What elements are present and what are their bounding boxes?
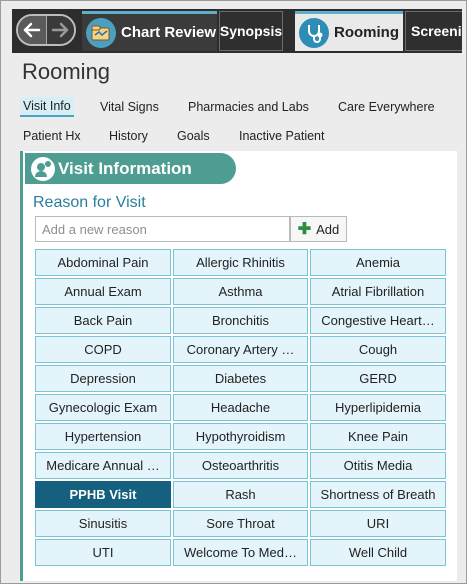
reason-chip[interactable]: Otitis Media	[310, 452, 446, 479]
reason-chip[interactable]: Diabetes	[173, 365, 308, 392]
reason-chip[interactable]: Rash	[173, 481, 308, 508]
reason-input[interactable]	[35, 216, 290, 242]
chart-folder-icon	[86, 17, 116, 48]
reason-chip[interactable]: Atrial Fibrillation	[310, 278, 446, 305]
history-nav	[16, 14, 76, 46]
reason-chip[interactable]: Anemia	[310, 249, 446, 276]
page-title: Rooming	[22, 59, 111, 84]
forward-button[interactable]	[46, 16, 74, 44]
reason-chip[interactable]: Hyperlipidemia	[310, 394, 446, 421]
reason-chip[interactable]: Medicare Annual …	[35, 452, 171, 479]
reason-chip[interactable]: Bronchitis	[173, 307, 308, 334]
tab-rooming-label: Rooming	[334, 24, 399, 41]
reason-chip[interactable]: Allergic Rhinitis	[173, 249, 308, 276]
reason-chip[interactable]: Welcome To Med…	[173, 539, 308, 566]
person-chat-icon	[31, 156, 55, 181]
reason-for-visit-title: Reason for Visit	[33, 194, 146, 211]
visit-information-panel: Visit Information Reason for Visit ✚ Add…	[20, 151, 457, 581]
add-reason-button[interactable]: ✚ Add	[290, 216, 347, 242]
activity-tab-bar: Chart Review Synopsis Rooming Screenin	[12, 9, 462, 53]
subnav-inactive-patient[interactable]: Inactive Patient	[239, 129, 324, 143]
subnav-visit-info[interactable]: Visit Info	[20, 97, 74, 117]
reason-chip[interactable]: Coronary Artery …	[173, 336, 308, 363]
tab-synopsis-label: Synopsis	[219, 23, 283, 39]
tab-screening[interactable]: Screenin	[405, 11, 462, 51]
reason-chip[interactable]: UTI	[35, 539, 171, 566]
reason-chip[interactable]: Abdominal Pain	[35, 249, 171, 276]
subnav-history[interactable]: History	[109, 129, 148, 143]
reason-chip[interactable]: Osteoarthritis	[173, 452, 308, 479]
reason-chip[interactable]: Asthma	[173, 278, 308, 305]
reason-chip[interactable]: Shortness of Breath	[310, 481, 446, 508]
plus-icon: ✚	[297, 221, 312, 238]
reason-chip[interactable]: Knee Pain	[310, 423, 446, 450]
tab-chart-review[interactable]: Chart Review	[82, 11, 217, 51]
arrow-right-icon	[52, 22, 69, 38]
reason-chip[interactable]: COPD	[35, 336, 171, 363]
reason-chip[interactable]: Annual Exam	[35, 278, 171, 305]
subnav-care-everywhere[interactable]: Care Everywhere	[338, 100, 435, 114]
reason-chip[interactable]: Depression	[35, 365, 171, 392]
tab-chart-review-label: Chart Review	[121, 24, 217, 41]
visit-information-title: Visit Information	[58, 158, 192, 178]
tab-screening-label: Screenin	[411, 23, 462, 39]
add-reason-label: Add	[316, 221, 340, 237]
reason-chip[interactable]: Sinusitis	[35, 510, 171, 537]
subnav-pharmacies-labs[interactable]: Pharmacies and Labs	[188, 100, 309, 114]
tab-rooming[interactable]: Rooming	[295, 11, 403, 51]
back-button[interactable]	[18, 16, 47, 44]
reason-grid: Abdominal Pain Allergic Rhinitis Anemia Ann…	[35, 249, 446, 566]
reason-chip[interactable]: Gynecologic Exam	[35, 394, 171, 421]
reason-chip[interactable]: Well Child	[310, 539, 446, 566]
visit-information-header: Visit Information	[25, 153, 236, 184]
subnav-goals[interactable]: Goals	[177, 129, 210, 143]
reason-chip[interactable]: PPHB Visit	[35, 481, 171, 508]
stethoscope-icon	[299, 17, 329, 48]
reason-chip[interactable]: Hypothyroidism	[173, 423, 308, 450]
subnav-patient-hx[interactable]: Patient Hx	[23, 129, 81, 143]
reason-chip[interactable]: Back Pain	[35, 307, 171, 334]
reason-chip[interactable]: Headache	[173, 394, 308, 421]
reason-chip[interactable]: GERD	[310, 365, 446, 392]
app-window: Chart Review Synopsis Rooming Screenin R…	[0, 0, 467, 584]
reason-chip[interactable]: Sore Throat	[173, 510, 308, 537]
subnav-vital-signs[interactable]: Vital Signs	[100, 100, 159, 114]
reason-chip[interactable]: Congestive Heart…	[310, 307, 446, 334]
tab-synopsis[interactable]: Synopsis	[219, 11, 283, 51]
arrow-left-icon	[23, 22, 40, 38]
reason-chip[interactable]: Cough	[310, 336, 446, 363]
reason-chip[interactable]: Hypertension	[35, 423, 171, 450]
reason-chip[interactable]: URI	[310, 510, 446, 537]
